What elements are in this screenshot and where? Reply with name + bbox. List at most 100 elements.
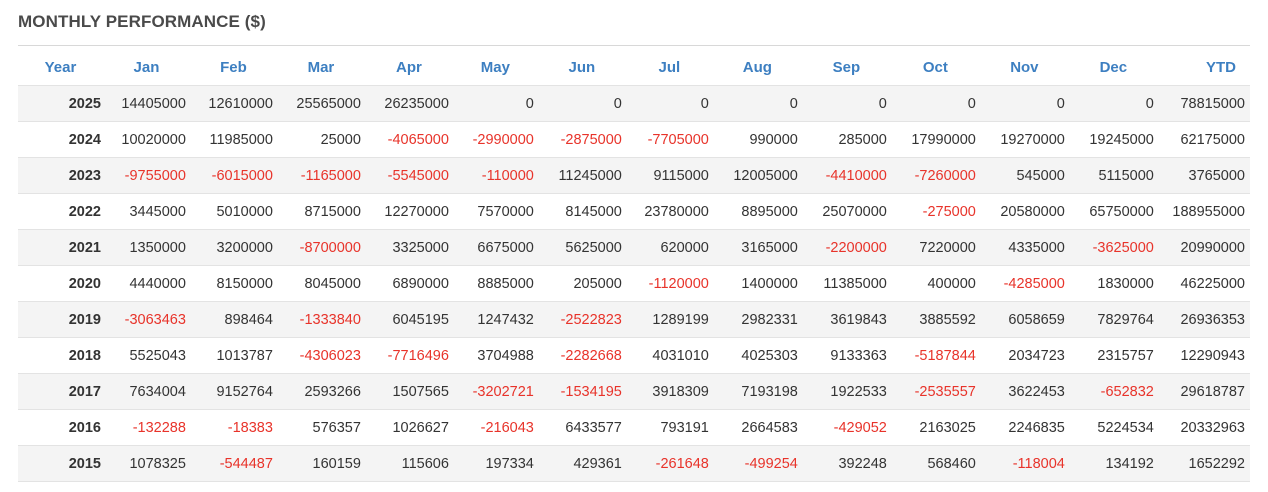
month-value-cell: 26235000 bbox=[364, 85, 453, 122]
month-value-cell: -544487 bbox=[189, 445, 277, 482]
year-cell: 2025 bbox=[18, 85, 103, 122]
month-value-cell: 11985000 bbox=[189, 121, 277, 158]
ytd-cell: 29618787 bbox=[1157, 373, 1250, 410]
table-row: 2015 1078325 -544487 160159 115606 197334 4293… bbox=[18, 445, 1250, 482]
month-value-cell: -499254 bbox=[712, 445, 802, 482]
month-value-cell: 0 bbox=[452, 85, 538, 122]
month-value-cell: 12610000 bbox=[189, 85, 277, 122]
month-value-cell: 5224534 bbox=[1068, 409, 1158, 446]
month-value-cell: 0 bbox=[890, 85, 980, 122]
month-value-cell: -2875000 bbox=[537, 121, 626, 158]
ytd-cell: 78815000 bbox=[1157, 85, 1250, 122]
month-value-cell: 7829764 bbox=[1068, 301, 1158, 338]
month-value-cell: -2990000 bbox=[452, 121, 538, 158]
month-value-cell: 7570000 bbox=[452, 193, 538, 230]
table-row: 2023 -9755000 -6015000 -1165000 -5545000 -110… bbox=[18, 157, 1250, 194]
table-row: 2016 -132288 -18383 576357 1026627 -216043 643… bbox=[18, 409, 1250, 446]
ytd-cell: 46225000 bbox=[1157, 265, 1250, 302]
column-header-jul: Jul bbox=[658, 58, 681, 76]
month-value-cell: 3445000 bbox=[102, 193, 190, 230]
month-value-cell: 7220000 bbox=[890, 229, 980, 266]
year-cell: 2023 bbox=[18, 157, 103, 194]
month-value-cell: 6045195 bbox=[364, 301, 453, 338]
month-value-cell: 5525043 bbox=[102, 337, 190, 374]
month-value-cell: -652832 bbox=[1068, 373, 1158, 410]
month-value-cell: -1534195 bbox=[537, 373, 626, 410]
month-value-cell: -429052 bbox=[801, 409, 891, 446]
month-value-cell: -1333840 bbox=[276, 301, 365, 338]
column-header-mar: Mar bbox=[307, 58, 335, 76]
month-value-cell: -5545000 bbox=[364, 157, 453, 194]
month-value-cell: -2200000 bbox=[801, 229, 891, 266]
month-value-cell: 12270000 bbox=[364, 193, 453, 230]
month-value-cell: 4440000 bbox=[102, 265, 190, 302]
ytd-cell: 20990000 bbox=[1157, 229, 1250, 266]
month-value-cell: 0 bbox=[801, 85, 891, 122]
ytd-cell: 26936353 bbox=[1157, 301, 1250, 338]
month-value-cell: 9133363 bbox=[801, 337, 891, 374]
month-value-cell: 25070000 bbox=[801, 193, 891, 230]
month-value-cell: 400000 bbox=[890, 265, 980, 302]
month-value-cell: 8715000 bbox=[276, 193, 365, 230]
month-value-cell: -7260000 bbox=[890, 157, 980, 194]
column-header-dec: Dec bbox=[1099, 58, 1128, 76]
month-value-cell: -261648 bbox=[625, 445, 713, 482]
month-value-cell: -216043 bbox=[452, 409, 538, 446]
month-value-cell: 8045000 bbox=[276, 265, 365, 302]
month-value-cell: 19245000 bbox=[1068, 121, 1158, 158]
month-value-cell: -2535557 bbox=[890, 373, 980, 410]
column-header-nov: Nov bbox=[1010, 58, 1039, 76]
month-value-cell: 6433577 bbox=[537, 409, 626, 446]
month-value-cell: 19270000 bbox=[979, 121, 1069, 158]
month-value-cell: -1120000 bbox=[625, 265, 713, 302]
month-value-cell: 4335000 bbox=[979, 229, 1069, 266]
month-value-cell: 0 bbox=[1068, 85, 1158, 122]
month-value-cell: 0 bbox=[712, 85, 802, 122]
month-value-cell: 6675000 bbox=[452, 229, 538, 266]
month-value-cell: 2034723 bbox=[979, 337, 1069, 374]
month-value-cell: 134192 bbox=[1068, 445, 1158, 482]
month-value-cell: 25565000 bbox=[276, 85, 365, 122]
month-value-cell: 23780000 bbox=[625, 193, 713, 230]
month-value-cell: 8895000 bbox=[712, 193, 802, 230]
month-value-cell: 545000 bbox=[979, 157, 1069, 194]
month-value-cell: -3625000 bbox=[1068, 229, 1158, 266]
month-value-cell: 1507565 bbox=[364, 373, 453, 410]
month-value-cell: 160159 bbox=[276, 445, 365, 482]
month-value-cell: 6890000 bbox=[364, 265, 453, 302]
month-value-cell: 8885000 bbox=[452, 265, 538, 302]
month-value-cell: 2163025 bbox=[890, 409, 980, 446]
table-row: 2024 10020000 11985000 25000 -4065000 -299000… bbox=[18, 121, 1250, 158]
month-value-cell: 990000 bbox=[712, 121, 802, 158]
month-value-cell: -4410000 bbox=[801, 157, 891, 194]
table-row: 2017 7634004 9152764 2593266 1507565 -3202721… bbox=[18, 373, 1250, 410]
column-header-jun: Jun bbox=[568, 58, 596, 76]
title-divider bbox=[18, 45, 1250, 46]
month-value-cell: 1247432 bbox=[452, 301, 538, 338]
month-value-cell: 1078325 bbox=[102, 445, 190, 482]
month-value-cell: 2246835 bbox=[979, 409, 1069, 446]
table-row: 2018 5525043 1013787 -4306023 -7716496 370498… bbox=[18, 337, 1250, 374]
table-row: 2019 -3063463 898464 -1333840 6045195 1247432… bbox=[18, 301, 1250, 338]
year-cell: 2021 bbox=[18, 229, 103, 266]
table-row: 2021 1350000 3200000 -8700000 3325000 6675000… bbox=[18, 229, 1250, 266]
year-cell: 2015 bbox=[18, 445, 103, 482]
month-value-cell: 3200000 bbox=[189, 229, 277, 266]
month-value-cell: -275000 bbox=[890, 193, 980, 230]
month-value-cell: -5187844 bbox=[890, 337, 980, 374]
month-value-cell: -3063463 bbox=[102, 301, 190, 338]
month-value-cell: -118004 bbox=[979, 445, 1069, 482]
month-value-cell: 392248 bbox=[801, 445, 891, 482]
month-value-cell: -9755000 bbox=[102, 157, 190, 194]
column-header-jan: Jan bbox=[133, 58, 160, 76]
month-value-cell: 14405000 bbox=[102, 85, 190, 122]
column-header-aug: Aug bbox=[742, 58, 772, 76]
column-header-may: May bbox=[480, 58, 510, 76]
month-value-cell: 1026627 bbox=[364, 409, 453, 446]
month-value-cell: -6015000 bbox=[189, 157, 277, 194]
month-value-cell: 8145000 bbox=[537, 193, 626, 230]
month-value-cell: 1830000 bbox=[1068, 265, 1158, 302]
year-cell: 2024 bbox=[18, 121, 103, 158]
month-value-cell: 620000 bbox=[625, 229, 713, 266]
month-value-cell: 17990000 bbox=[890, 121, 980, 158]
